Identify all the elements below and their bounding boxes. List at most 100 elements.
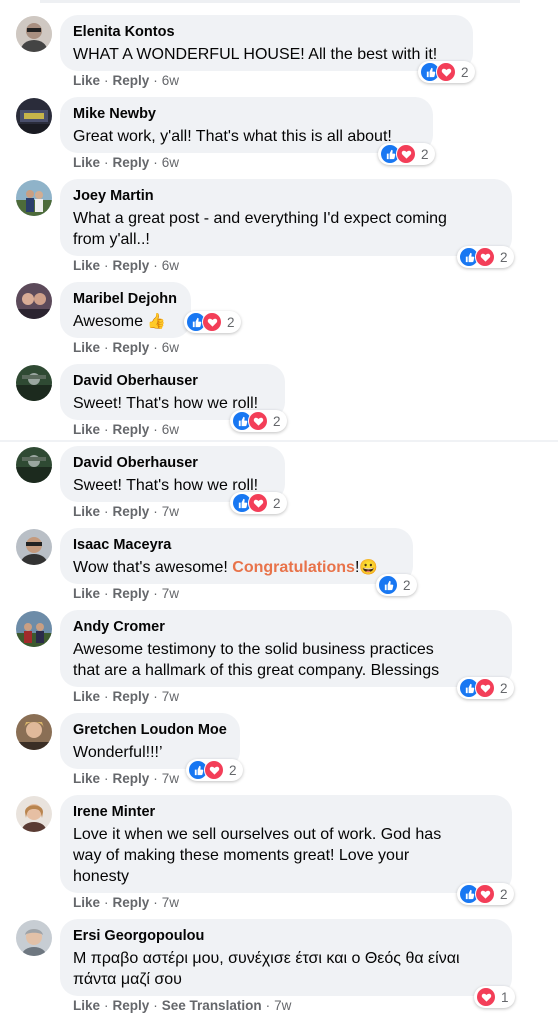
timestamp[interactable]: 7w [162,689,179,704]
commenter-name[interactable]: Ersi Georgopoulou [73,927,499,945]
like-link[interactable]: Like [73,258,100,273]
see-translation-link[interactable]: See Translation [162,998,262,1013]
commenter-name[interactable]: Maribel Dejohn [73,290,178,308]
like-link[interactable]: Like [73,73,100,88]
reaction-summary[interactable]: 2 [376,574,417,596]
reply-link[interactable]: Reply [113,689,150,704]
timestamp[interactable]: 7w [162,895,179,910]
like-link[interactable]: Like [73,340,100,355]
grinning-emoji: 😀 [359,559,379,576]
comment-bubble: Joey Martin What a great post - and ever… [60,179,512,256]
commenter-name[interactable]: Gretchen Loudon Moe [73,721,227,739]
reaction-summary[interactable]: 2 [457,883,514,905]
heart-icon [475,247,495,267]
reaction-summary[interactable]: 2 [230,410,287,432]
timestamp[interactable]: 6w [162,340,179,355]
reply-link[interactable]: Reply [113,504,150,519]
commenter-name[interactable]: Isaac Maceyra [73,536,400,554]
like-link[interactable]: Like [73,504,100,519]
avatar[interactable] [16,365,52,401]
highlighted-word: Congratulations [232,559,355,576]
reaction-count: 2 [273,413,281,429]
reply-link[interactable]: Reply [113,895,150,910]
heart-icon [476,987,496,1007]
avatar[interactable] [16,714,52,750]
like-link[interactable]: Like [73,586,100,601]
reaction-count: 1 [501,989,509,1005]
heart-icon [248,411,268,431]
comment-actions: Like · Reply · 6w [73,422,180,437]
comment-bubble: Elenita Kontos WHAT A WONDERFUL HOUSE! A… [60,15,473,71]
reaction-count: 2 [227,314,235,330]
avatar[interactable] [16,180,52,216]
like-link[interactable]: Like [73,895,100,910]
commenter-name[interactable]: Irene Minter [73,803,499,821]
reply-link[interactable]: Reply [113,340,150,355]
comment-text: WHAT A WONDERFUL HOUSE! All the best wit… [73,46,438,63]
heart-icon [475,884,495,904]
reaction-count: 2 [500,886,508,902]
comment-actions: Like · Reply · 7w [73,895,180,910]
reaction-summary[interactable]: 2 [186,759,243,781]
commenter-name[interactable]: Joey Martin [73,187,499,205]
avatar[interactable] [16,796,52,832]
avatar[interactable] [16,920,52,956]
like-link[interactable]: Like [73,422,100,437]
like-link[interactable]: Like [73,155,100,170]
reaction-summary[interactable]: 2 [457,246,514,268]
avatar[interactable] [16,16,52,52]
reaction-summary[interactable]: 2 [457,677,514,699]
timestamp[interactable]: 7w [162,771,179,786]
comment-bubble: Irene Minter Love it when we sell oursel… [60,795,512,893]
reply-link[interactable]: Reply [113,998,150,1013]
reply-link[interactable]: Reply [113,586,150,601]
commenter-name[interactable]: Mike Newby [73,105,420,123]
reaction-count: 2 [421,146,429,162]
comment-bubble: Andy Cromer Awesome testimony to the sol… [60,610,512,687]
reaction-count: 2 [500,680,508,696]
timestamp[interactable]: 7w [162,586,179,601]
commenter-name[interactable]: David Oberhauser [73,454,272,472]
reaction-summary[interactable]: 2 [184,311,241,333]
comment-text: Awesome 👍 [73,313,167,330]
reply-link[interactable]: Reply [113,155,150,170]
timestamp[interactable]: 6w [162,155,179,170]
reaction-summary[interactable]: 2 [378,143,435,165]
commenter-name[interactable]: David Oberhauser [73,372,272,390]
timestamp[interactable]: 6w [162,73,179,88]
timestamp[interactable]: 7w [162,504,179,519]
comment-actions: Like · Reply · 6w [73,155,180,170]
reaction-count: 2 [461,64,469,80]
timestamp[interactable]: 7w [274,998,291,1013]
avatar[interactable] [16,283,52,319]
like-link[interactable]: Like [73,689,100,704]
reaction-count: 2 [403,577,411,593]
reaction-summary[interactable]: 2 [230,492,287,514]
avatar[interactable] [16,611,52,647]
commenter-name[interactable]: Elenita Kontos [73,23,460,41]
avatar[interactable] [16,447,52,483]
heart-icon [436,62,456,82]
reaction-summary[interactable]: 1 [474,986,515,1008]
like-link[interactable]: Like [73,771,100,786]
commenter-name[interactable]: Andy Cromer [73,618,499,636]
reply-link[interactable]: Reply [113,258,150,273]
avatar[interactable] [16,529,52,565]
comment-text: Great work, y'all! That's what this is a… [73,128,392,145]
reply-link[interactable]: Reply [113,422,150,437]
heart-icon [202,312,222,332]
timestamp[interactable]: 6w [162,422,179,437]
avatar[interactable] [16,98,52,134]
comment-bubble: Isaac Maceyra Wow that's awesome! Congra… [60,528,413,584]
like-link[interactable]: Like [73,998,100,1013]
thumbs-up-icon [378,575,398,595]
timestamp[interactable]: 6w [162,258,179,273]
reaction-count: 2 [500,249,508,265]
comment-text: Wow that's awesome! Congratulations!😀 [73,559,379,576]
comment-actions: Like · Reply · 7w [73,689,180,704]
comment-text: Μ πραβο αστέρι μου, συνέχισε έτσι και ο … [73,950,460,988]
reaction-summary[interactable]: 2 [418,61,475,83]
reply-link[interactable]: Reply [113,771,150,786]
comment-actions: Like · Reply · 7w [73,586,180,601]
reply-link[interactable]: Reply [113,73,150,88]
